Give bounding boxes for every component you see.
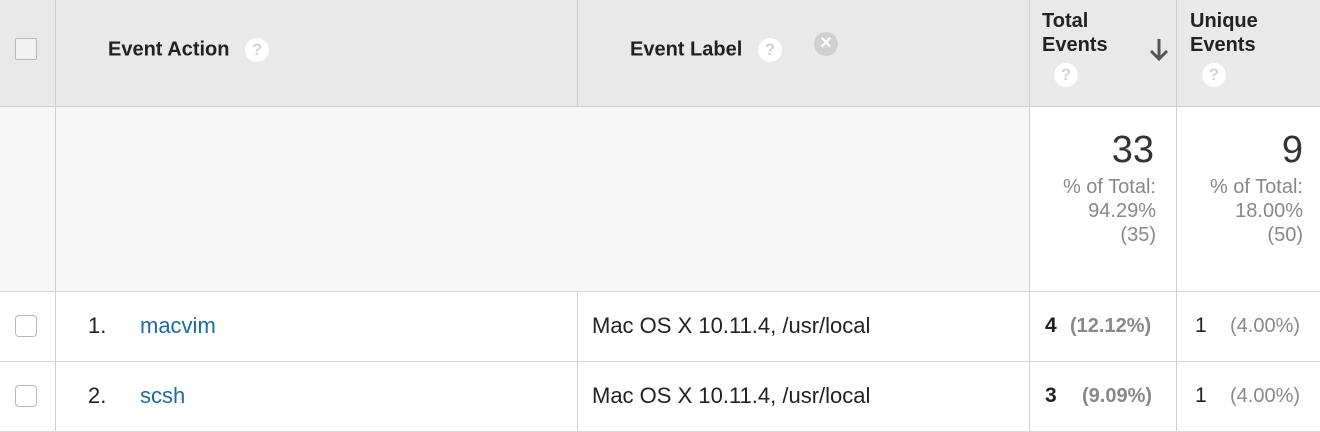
event-label-value: Mac OS X 10.11.4, /usr/local xyxy=(592,383,871,408)
unique-events-percent: % of Total: 18.00% (50) xyxy=(1210,175,1303,247)
unique-events-count: 1 xyxy=(1195,384,1207,407)
event-action-link[interactable]: scsh xyxy=(140,383,185,409)
pct-of-total: (35) xyxy=(1120,224,1156,246)
row-rank: 2. xyxy=(88,383,107,408)
help-icon[interactable]: ? xyxy=(1054,63,1078,87)
pct-label: % of Total: xyxy=(1062,176,1156,198)
total-events-percent: % of Total: 94.29% (35) xyxy=(1063,175,1156,247)
column-divider xyxy=(55,0,56,106)
column-divider xyxy=(55,362,56,431)
unique-events-pct: (4.00%) xyxy=(1230,385,1301,407)
row-checkbox[interactable] xyxy=(15,385,37,407)
column-divider xyxy=(577,362,578,431)
pct-value: 18.00% xyxy=(1235,200,1303,222)
unique-events-pct: (4.00%) xyxy=(1230,315,1301,337)
summary-row: 33 % of Total: 94.29% (35) 9 % of Total:… xyxy=(0,107,1320,292)
total-events-count: 3 xyxy=(1045,384,1057,407)
table-header: Event Action ? Event Label ? × Total Eve… xyxy=(0,0,1320,107)
table-row: 1. macvim Mac OS X 10.11.4, /usr/local 4… xyxy=(0,292,1320,362)
total-events-value: 33 xyxy=(1111,129,1154,171)
column-header-unique-events[interactable]: Unique Events ? xyxy=(1190,9,1258,87)
events-report-table: Event Action ? Event Label ? × Total Eve… xyxy=(0,0,1320,432)
column-divider xyxy=(1029,362,1030,431)
pct-label: % of Total: xyxy=(1209,176,1303,198)
sort-descending-icon[interactable] xyxy=(1148,36,1170,64)
event-label-header-label: Event Label xyxy=(630,38,743,61)
help-icon[interactable]: ? xyxy=(1202,63,1226,87)
column-divider xyxy=(577,0,578,106)
help-icon[interactable]: ? xyxy=(757,38,782,62)
select-all-checkbox[interactable] xyxy=(15,38,37,60)
remove-dimension-icon[interactable]: × xyxy=(814,32,838,56)
unique-events-header-line2: Events xyxy=(1190,34,1256,56)
total-events-header-line1: Total xyxy=(1042,10,1089,32)
pct-value: 94.29% xyxy=(1088,200,1156,222)
total-events-count: 4 xyxy=(1045,314,1057,337)
column-divider xyxy=(1176,0,1177,106)
unique-events-value: 9 xyxy=(1281,129,1303,171)
column-divider xyxy=(1029,292,1030,361)
total-events-pct: (9.09%) xyxy=(1082,385,1153,407)
total-events-pct: (12.12%) xyxy=(1070,315,1152,337)
event-action-link[interactable]: macvim xyxy=(140,313,216,339)
row-checkbox[interactable] xyxy=(15,315,37,337)
column-divider xyxy=(1176,292,1177,361)
column-divider xyxy=(1176,362,1177,431)
unique-events-count: 1 xyxy=(1195,314,1207,337)
column-divider xyxy=(577,292,578,361)
table-row: 2. scsh Mac OS X 10.11.4, /usr/local 3 (… xyxy=(0,362,1320,432)
unique-events-header-line1: Unique xyxy=(1190,10,1258,32)
row-rank: 1. xyxy=(88,313,107,338)
column-header-event-label[interactable]: Event Label ? xyxy=(630,38,782,62)
event-label-value: Mac OS X 10.11.4, /usr/local xyxy=(592,313,871,338)
column-divider xyxy=(55,292,56,361)
column-header-total-events[interactable]: Total Events ? xyxy=(1042,9,1108,87)
column-divider xyxy=(1029,0,1030,106)
event-action-header-label: Event Action xyxy=(108,38,230,61)
total-events-header-line2: Events xyxy=(1042,34,1108,56)
help-icon[interactable]: ? xyxy=(245,38,270,62)
column-header-event-action[interactable]: Event Action ? xyxy=(108,38,270,62)
pct-of-total: (50) xyxy=(1267,224,1303,246)
column-divider xyxy=(55,107,56,291)
